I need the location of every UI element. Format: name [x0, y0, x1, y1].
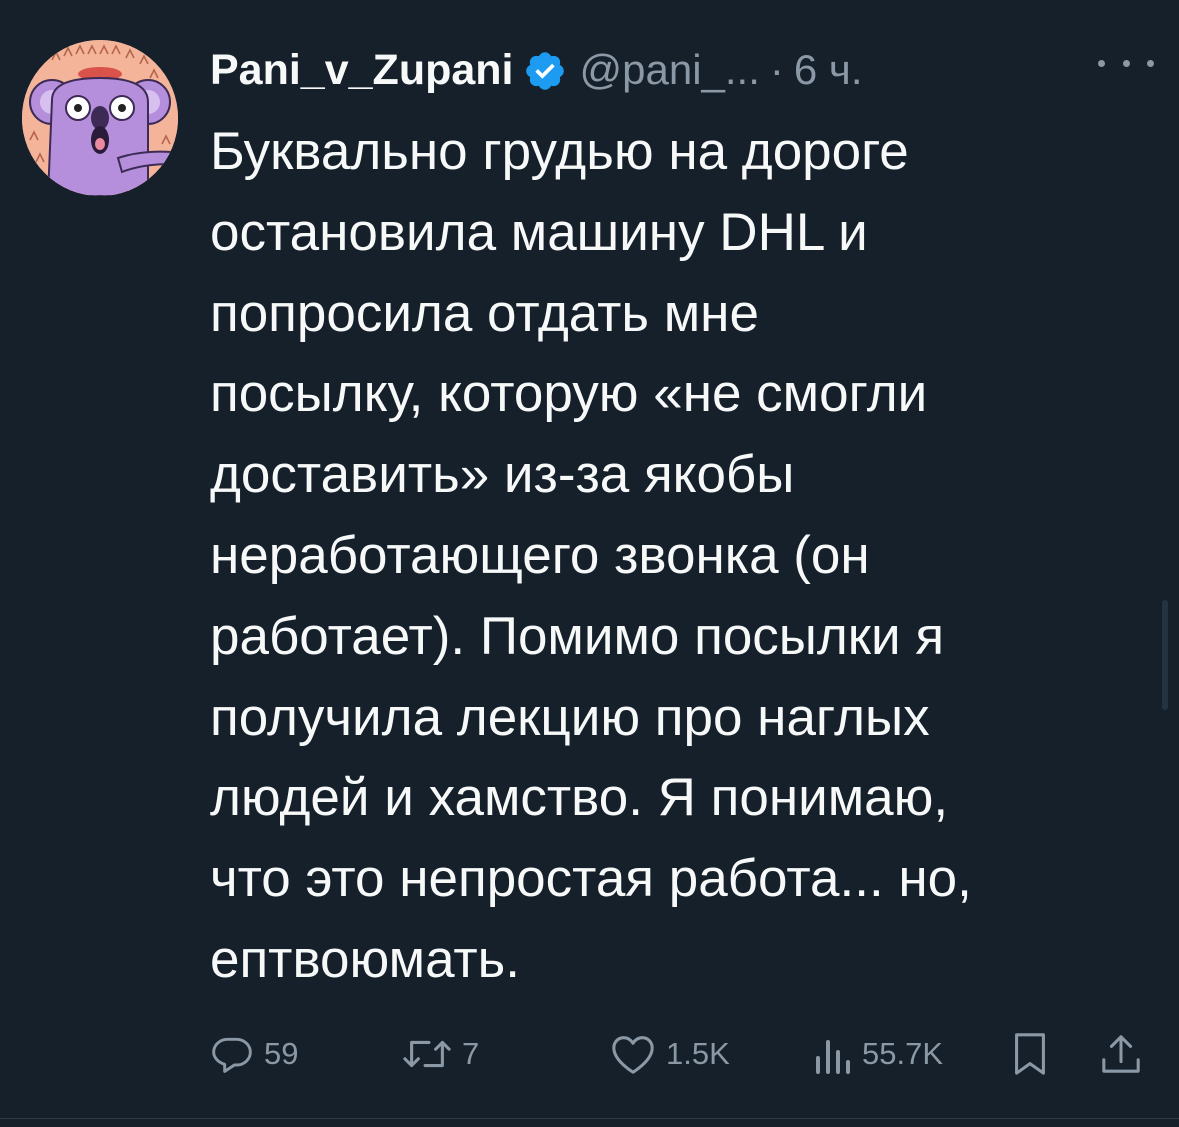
heart-icon	[612, 1036, 654, 1074]
tweet[interactable]: Pani_v_Zupani @pani_... · 6 ч. Буквально…	[0, 0, 1179, 1127]
tweet-line: доставить» из-за якобы	[210, 445, 795, 505]
avatar[interactable]	[22, 40, 178, 196]
handle[interactable]: @pani_...	[579, 46, 759, 94]
like-button[interactable]: 1.5K	[610, 1024, 730, 1084]
verified-badge-icon	[526, 52, 565, 90]
display-name[interactable]: Pani_v_Zupani	[210, 46, 513, 95]
tweet-header: Pani_v_Zupani @pani_... · 6 ч.	[210, 38, 862, 102]
tweet-line: неработающего звонка (он	[210, 525, 870, 585]
tweet-text: Буквально грудью на дороге остановила ма…	[210, 112, 1150, 1001]
separator-dot: ·	[769, 46, 784, 93]
retweet-count: 7	[462, 1036, 480, 1071]
koala-avatar-icon	[22, 40, 178, 196]
reply-icon	[212, 1037, 252, 1073]
share-icon	[1102, 1035, 1140, 1073]
tweet-line: посылку, которую «не смогли	[210, 364, 928, 424]
bookmark-button[interactable]	[1010, 1024, 1050, 1084]
views-count: 55.7K	[862, 1036, 944, 1071]
tweet-line: людей и хамство. Я понимаю,	[210, 768, 949, 828]
tweet-line: ептвоюмать.	[210, 929, 521, 989]
divider	[0, 1118, 1179, 1119]
like-count: 1.5K	[666, 1036, 730, 1071]
tweet-line: получила лекцию про наглых	[210, 687, 930, 747]
retweet-button[interactable]: 7	[402, 1024, 479, 1084]
reply-button[interactable]: 59	[210, 1024, 298, 1084]
views-bar-chart-icon	[816, 1040, 850, 1074]
tweet-line: остановила машину DHL и	[210, 202, 868, 262]
bookmark-icon	[1015, 1033, 1045, 1075]
tweet-line: что это непростая работа... но,	[210, 849, 972, 909]
tweet-line: Буквально грудью на дороге	[210, 122, 909, 181]
reply-count: 59	[264, 1036, 299, 1071]
views-button[interactable]: 55.7K	[812, 1024, 943, 1084]
retweet-icon	[403, 1040, 451, 1068]
share-button[interactable]	[1100, 1024, 1142, 1084]
scrollbar[interactable]	[1162, 600, 1168, 710]
action-bar: 59 7 1.5K 55.7K	[0, 1024, 1179, 1084]
timestamp[interactable]: 6 ч.	[794, 46, 863, 94]
tweet-line: попросила отдать мне	[210, 283, 759, 343]
more-options-icon[interactable]	[1098, 48, 1154, 78]
tweet-line: работает). Помимо посылки я	[210, 606, 945, 666]
